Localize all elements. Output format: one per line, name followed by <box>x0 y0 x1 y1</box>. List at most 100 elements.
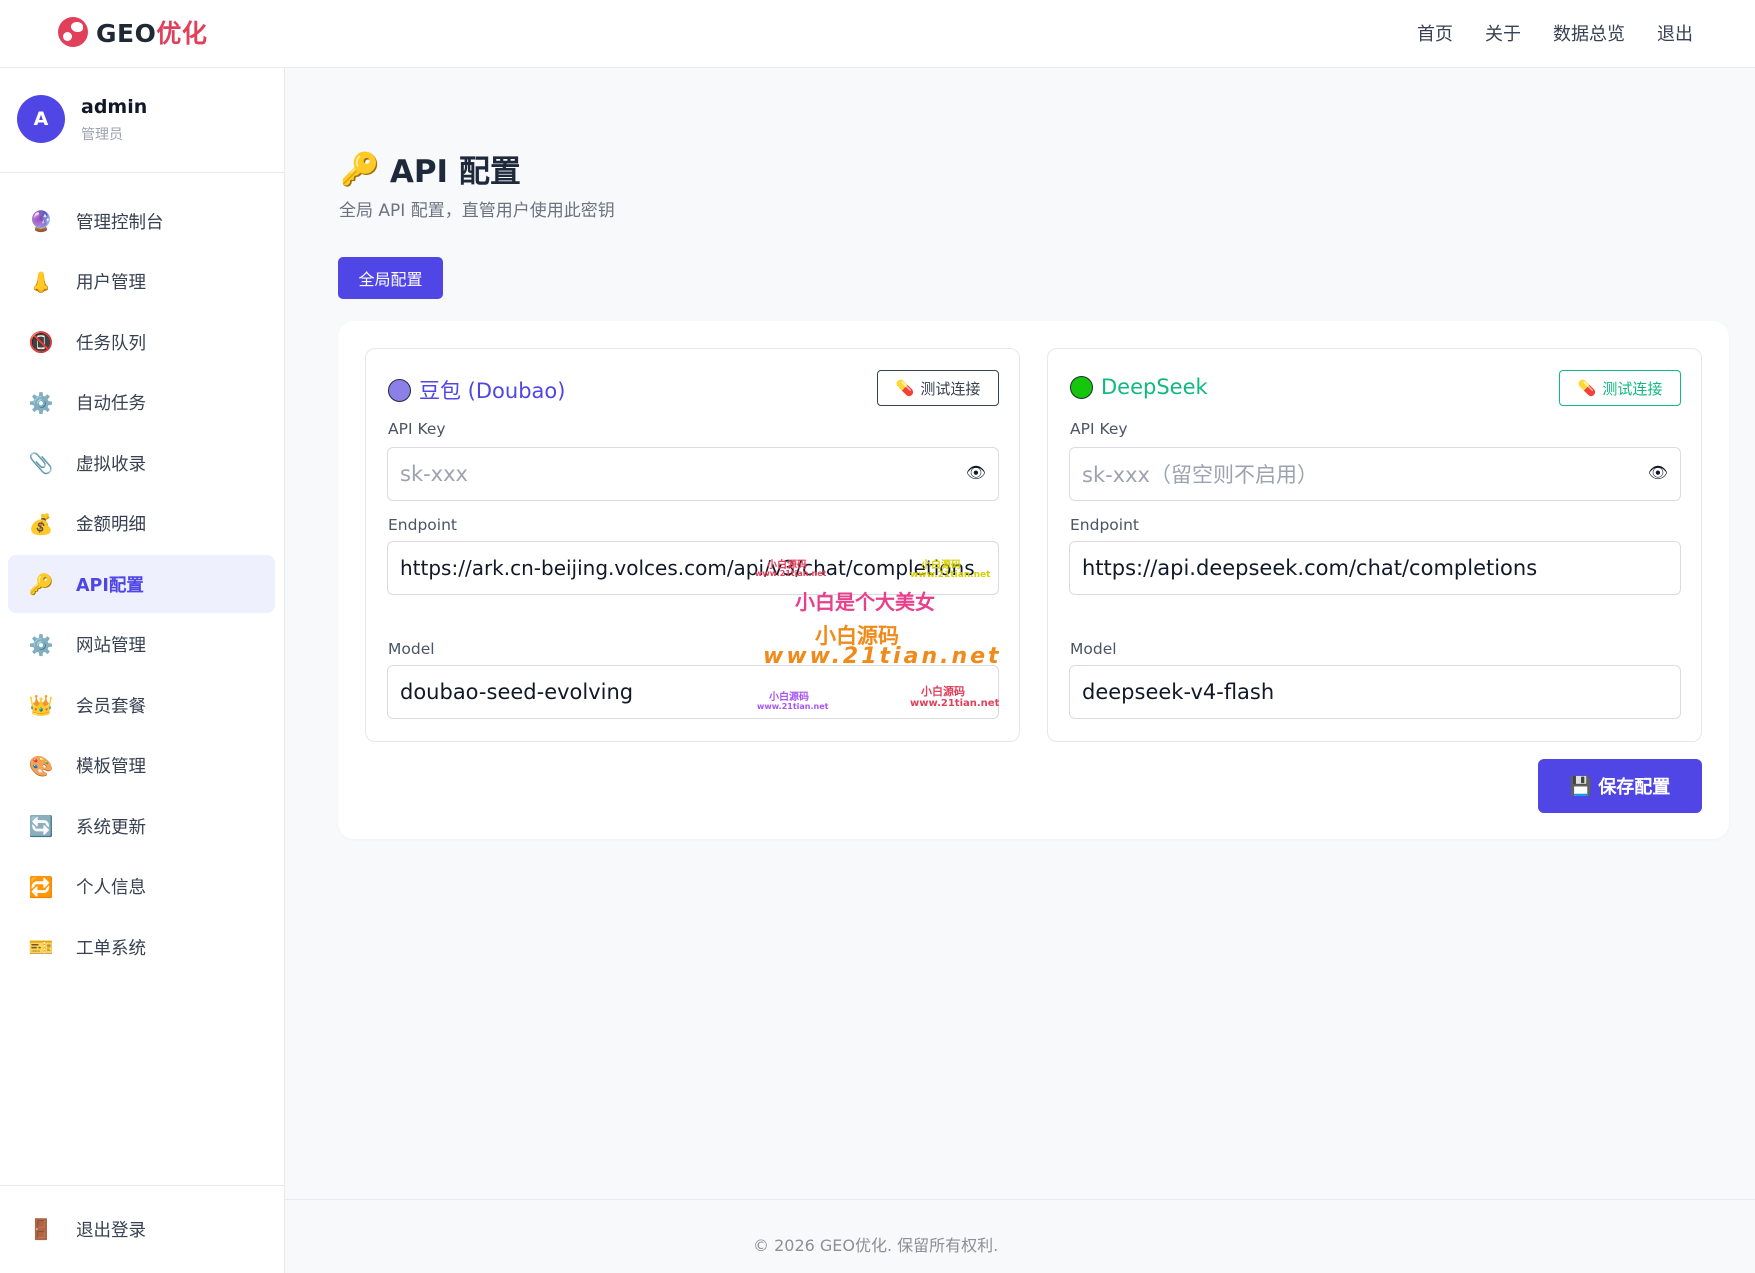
api-key-label: API Key <box>388 420 446 438</box>
user-profile: A admin 管理员 <box>0 68 284 173</box>
key-icon: 🔑 <box>28 572 54 596</box>
clip-icon: 📎 <box>28 451 54 475</box>
sidebar-item-label: 用户管理 <box>76 273 146 293</box>
provider-name: DeepSeek <box>1101 375 1208 399</box>
crystal-ball-icon: 🔮 <box>28 209 54 233</box>
sidebar-item-label: 模板管理 <box>76 757 146 777</box>
provider-card-doubao: 豆包 (Doubao) 💊 测试连接 API Key sk-xxx 👁 Endp… <box>365 348 1020 742</box>
sidebar-item-logout[interactable]: 🚪 退出登录 <box>8 1200 275 1258</box>
test-connection-button[interactable]: 💊 测试连接 <box>877 370 999 406</box>
avatar: A <box>17 95 65 143</box>
nav-home[interactable]: 首页 <box>1417 20 1453 46</box>
door-icon: 🚪 <box>28 1217 54 1241</box>
sidebar-item-10[interactable]: 🔄 系统更新 <box>8 797 275 855</box>
save-config-label: 保存配置 <box>1598 777 1671 798</box>
sidebar-item-label: 工单系统 <box>76 938 146 959</box>
main-content: 🔑 API 配置 全局 API 配置，直管用户使用此密钥 全局配置 豆包 (Do… <box>285 68 1755 1273</box>
sidebar-item-label: 个人信息 <box>76 878 146 898</box>
nav-about[interactable]: 关于 <box>1485 20 1521 46</box>
nav-logout[interactable]: 退出 <box>1657 20 1693 46</box>
status-dot <box>1070 375 1093 399</box>
sidebar-item-label: 任务队列 <box>76 333 146 354</box>
provider-header: DeepSeek <box>1070 375 1208 399</box>
copyright-text: © 2026 GEO优化. 保留所有权利. <box>753 1236 999 1255</box>
sidebar-item-label: 系统更新 <box>76 817 146 838</box>
sidebar-item-9[interactable]: 🎨 模板管理 <box>8 737 275 795</box>
model-input[interactable]: deepseek-v4-flash <box>1069 665 1681 719</box>
sidebar-item-2[interactable]: 📵 任务队列 <box>8 313 275 371</box>
key-icon: 🔑 <box>340 149 380 188</box>
sidebar-item-label: API配置 <box>76 575 144 596</box>
sidebar-item-0[interactable]: 🔮 管理控制台 <box>8 192 275 250</box>
sidebar-footer: 🚪 退出登录 <box>0 1185 284 1273</box>
api-key-placeholder: sk-xxx <box>400 462 468 486</box>
sidebar-item-label: 金额明细 <box>76 515 146 535</box>
brand-name: GEO优化 <box>96 19 208 48</box>
sidebar-item-label: 自动任务 <box>76 394 146 414</box>
repeat-icon: 🔁 <box>28 874 54 899</box>
sidebar-item-8[interactable]: 👑 会员套餐 <box>8 676 275 734</box>
ticket-icon: 🎫 <box>28 935 54 959</box>
page-title-text: API 配置 <box>389 154 521 190</box>
sidebar-item-label: 会员套餐 <box>76 696 146 717</box>
endpoint-input[interactable]: https://api.deepseek.com/chat/completion… <box>1069 541 1681 595</box>
sidebar-item-1[interactable]: 👃 用户管理 <box>8 253 275 311</box>
pill-icon: 💊 <box>895 379 915 397</box>
model-input[interactable]: doubao-seed-evolving <box>387 665 999 719</box>
sidebar-menu: 🔮 管理控制台 👃 用户管理 📵 任务队列 ⚙️ 自动任务 📎 虚拟收录 💰 金额明细 🔑 API配置 ⚙️… <box>0 192 284 979</box>
sidebar-item-6[interactable]: 🔑 API配置 <box>8 555 275 613</box>
sidebar-item-label: 退出登录 <box>76 1220 146 1241</box>
gear-icon: ⚙️ <box>28 390 54 415</box>
user-icon: 👃 <box>28 269 54 294</box>
endpoint-label: Endpoint <box>388 516 457 534</box>
palette-icon: 🎨 <box>28 753 54 778</box>
eye-icon[interactable]: 👁 <box>966 463 986 482</box>
provider-name: 豆包 (Doubao) <box>419 379 566 403</box>
sidebar-item-3[interactable]: ⚙️ 自动任务 <box>8 374 275 432</box>
gear-icon: ⚙️ <box>28 632 54 657</box>
user-role: 管理员 <box>81 127 123 143</box>
globe-icon <box>58 17 88 47</box>
sidebar-item-label: 虚拟收录 <box>76 454 146 475</box>
endpoint-input[interactable]: https://ark.cn-beijing.volces.com/api/v3… <box>387 541 999 595</box>
tab-global-config[interactable]: 全局配置 <box>338 257 443 299</box>
footer: © 2026 GEO优化. 保留所有权利. <box>285 1199 1755 1273</box>
api-key-input[interactable]: sk-xxx（留空则不启用） 👁 <box>1069 447 1681 501</box>
eye-icon[interactable]: 👁 <box>1648 463 1668 482</box>
sidebar-item-11[interactable]: 🔁 个人信息 <box>8 858 275 916</box>
sidebar-item-label: 网站管理 <box>76 636 146 656</box>
pill-icon: 💊 <box>1577 379 1597 397</box>
sidebar-item-4[interactable]: 📎 虚拟收录 <box>8 434 275 492</box>
provider-card-deepseek: DeepSeek 💊 测试连接 API Key sk-xxx（留空则不启用） 👁… <box>1047 348 1702 742</box>
top-bar: GEO优化 首页 关于 数据总览 退出 <box>0 0 1755 68</box>
api-key-placeholder: sk-xxx（留空则不启用） <box>1082 463 1318 487</box>
model-label: Model <box>1070 640 1117 658</box>
model-label: Model <box>388 640 435 658</box>
provider-header: 豆包 (Doubao) <box>388 375 565 405</box>
floppy-disk-icon: 💾 <box>1569 775 1593 797</box>
sidebar: A admin 管理员 🔮 管理控制台 👃 用户管理 📵 任务队列 ⚙️ 自动任务 📎 虚拟收录 💰… <box>0 68 285 1273</box>
sidebar-item-12[interactable]: 🎫 工单系统 <box>8 918 275 976</box>
config-panel: 豆包 (Doubao) 💊 测试连接 API Key sk-xxx 👁 Endp… <box>338 321 1729 839</box>
crown-icon: 👑 <box>28 693 54 717</box>
top-nav: 首页 关于 数据总览 退出 <box>1417 20 1693 46</box>
brand-logo[interactable]: GEO优化 <box>58 14 207 50</box>
test-connection-label: 测试连接 <box>920 379 981 398</box>
refresh-icon: 🔄 <box>28 814 54 838</box>
test-connection-label: 测试连接 <box>1602 379 1663 398</box>
api-key-input[interactable]: sk-xxx 👁 <box>387 447 999 501</box>
page-subtitle: 全局 API 配置，直管用户使用此密钥 <box>339 201 615 221</box>
endpoint-label: Endpoint <box>1070 516 1139 534</box>
page-title: 🔑 API 配置 <box>340 146 521 191</box>
api-key-label: API Key <box>1070 420 1128 438</box>
status-dot <box>388 378 411 402</box>
user-name: admin <box>81 96 148 118</box>
test-connection-button[interactable]: 💊 测试连接 <box>1559 370 1681 406</box>
save-config-button[interactable]: 💾 保存配置 <box>1538 759 1702 813</box>
money-bag-icon: 💰 <box>28 511 54 536</box>
nav-dashboard[interactable]: 数据总览 <box>1553 20 1625 46</box>
sidebar-item-7[interactable]: ⚙️ 网站管理 <box>8 616 275 674</box>
queue-icon: 📵 <box>28 330 54 354</box>
sidebar-item-label: 管理控制台 <box>76 212 164 233</box>
sidebar-item-5[interactable]: 💰 金额明细 <box>8 495 275 553</box>
